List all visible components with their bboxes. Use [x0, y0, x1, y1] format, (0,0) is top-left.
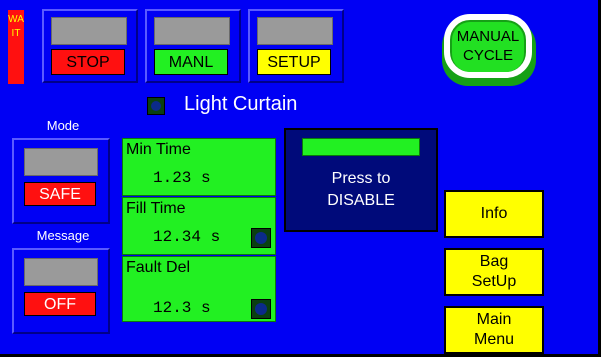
disable-line1: Press to: [331, 170, 391, 187]
main-menu-label: Main Menu: [474, 310, 514, 350]
manual-status-lamp: [154, 17, 230, 45]
light-curtain-label: Light Curtain: [184, 93, 298, 115]
stop-status-lamp: [51, 17, 127, 45]
fault-delay-indicator-icon: [251, 299, 271, 319]
setup-status-lamp: [257, 17, 333, 45]
stop-button-label: STOP: [51, 49, 125, 75]
disable-button-text: Press to DISABLE: [286, 168, 436, 212]
mode-panel[interactable]: SAFE: [12, 138, 110, 224]
bag-setup-line1: Bag: [479, 253, 509, 270]
fill-time-field[interactable]: Fill Time 12.34 s: [122, 197, 276, 255]
manual-cycle-line2: CYCLE: [462, 47, 514, 64]
main-menu-line2: Menu: [473, 331, 515, 348]
setup-button[interactable]: SETUP: [248, 9, 344, 83]
info-button[interactable]: Info: [444, 190, 544, 238]
fill-time-value: 12.34 s: [153, 228, 221, 246]
bag-setup-button[interactable]: Bag SetUp: [444, 248, 544, 296]
disable-status-bar: [302, 138, 420, 156]
disable-line2: DISABLE: [327, 192, 395, 209]
fault-delay-label: Fault Del: [126, 259, 191, 276]
message-panel[interactable]: OFF: [12, 248, 110, 334]
main-menu-button[interactable]: Main Menu: [444, 306, 544, 354]
manual-mode-button-label: MANL: [154, 49, 228, 75]
manual-mode-button[interactable]: MANL: [145, 9, 241, 83]
manual-cycle-button[interactable]: MANUAL CYCLE: [442, 14, 536, 86]
fault-delay-value: 12.3 s: [153, 299, 211, 317]
main-menu-line1: Main: [476, 311, 512, 328]
mode-status-lamp: [24, 148, 98, 176]
min-time-label: Min Time: [126, 141, 191, 158]
bag-setup-label: Bag SetUp: [472, 252, 516, 292]
mode-value: SAFE: [24, 182, 96, 206]
fault-delay-field[interactable]: Fault Del 12.3 s: [122, 256, 276, 322]
message-heading: Message: [36, 228, 90, 243]
wait-indicator: WAIT: [8, 10, 24, 84]
fill-time-indicator-icon: [251, 228, 271, 248]
message-value: OFF: [24, 292, 96, 316]
fill-time-label: Fill Time: [126, 200, 186, 217]
hmi-screen: WAIT STOP MANL SETUP MANUAL CYCLE Light …: [0, 0, 601, 357]
manual-cycle-face: MANUAL CYCLE: [452, 22, 524, 72]
manual-cycle-line1: MANUAL: [456, 28, 520, 45]
min-time-field[interactable]: Min Time 1.23 s: [122, 138, 276, 196]
stop-button[interactable]: STOP: [42, 9, 138, 83]
mode-heading: Mode: [46, 118, 80, 133]
disable-light-curtain-button[interactable]: Press to DISABLE: [284, 128, 438, 232]
light-curtain-indicator-icon: [147, 97, 165, 115]
bag-setup-line2: SetUp: [471, 273, 517, 290]
info-button-label: Info: [480, 205, 508, 222]
min-time-value: 1.23 s: [153, 169, 211, 187]
setup-button-label: SETUP: [257, 49, 331, 75]
message-status-lamp: [24, 258, 98, 286]
